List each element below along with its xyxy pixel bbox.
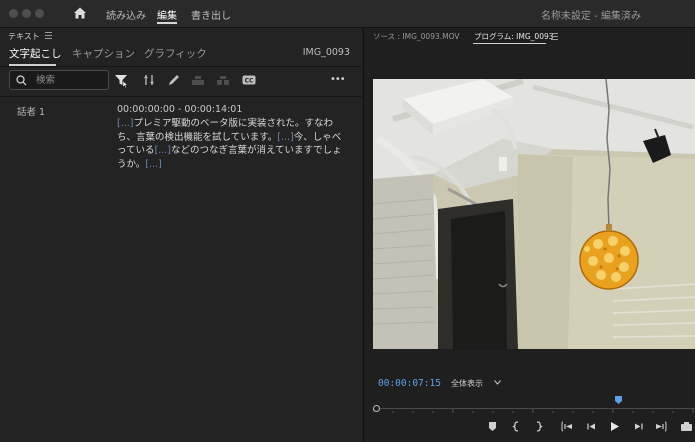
document-title: 名称未設定 - 編集済み [541,11,641,22]
tab-program[interactable]: プログラム: IMG_0093 [474,31,554,42]
zoom-handle[interactable] [373,405,380,412]
nav-import[interactable]: 読み込み [106,7,146,22]
go-to-out-icon[interactable] [654,420,667,433]
split-segment-button[interactable] [215,72,231,88]
zoom-select[interactable]: 全体表示 [446,376,504,390]
speaker-label[interactable]: 話者 1 [17,104,45,118]
split-segment-icon [217,76,229,85]
tab-graphics[interactable]: グラフィック [144,46,207,61]
filter-icon [115,75,128,88]
filter-button[interactable] [113,72,129,88]
search-icon [16,75,27,86]
pause-marker[interactable]: [...] [117,118,133,129]
pause-marker[interactable]: [...] [277,132,293,143]
tab-source[interactable]: ソース : IMG_0093.MOV [373,31,460,42]
program-monitor: ソース : IMG_0093.MOV プログラム: IMG_0093 00:00… [363,28,695,442]
window-minimize-button[interactable] [22,9,31,18]
captions-button[interactable]: CC [241,72,257,88]
search-box[interactable] [9,70,109,90]
step-forward-icon[interactable] [632,420,645,433]
timeline-track[interactable] [373,408,695,409]
step-back-icon[interactable] [585,420,598,433]
program-timecode[interactable]: 00:00:07:15 [378,378,441,389]
captions-icon: CC [242,75,256,85]
tab-captions[interactable]: キャプション [72,46,135,61]
pencil-icon [169,75,179,85]
play-icon[interactable] [608,420,621,433]
nav-active-indicator [157,22,177,24]
merge-button[interactable] [190,72,206,88]
zoom-value: 全体表示 [451,379,483,388]
nav-edit[interactable]: 編集 [157,7,177,22]
program-tab-indicator [473,43,546,44]
window-close-button[interactable] [9,9,18,18]
time-ruler[interactable] [373,401,695,413]
export-frame-icon[interactable] [680,420,693,433]
pause-marker[interactable]: [...] [155,145,171,156]
pause-marker[interactable]: [...] [145,159,161,170]
text-panel-title: テキスト [8,32,40,41]
split-button[interactable] [141,72,157,88]
split-icon [144,75,154,85]
mark-out-icon[interactable] [532,420,545,433]
nav-export[interactable]: 書き出し [191,7,231,22]
text-panel: テキスト 文字起こし キャプション グラフィック IMG_0093 検索 CC … [0,28,362,442]
program-menu-icon[interactable] [551,33,558,40]
video-preview[interactable] [373,79,695,349]
segment-timecode: 00:00:00:00 - 00:00:14:01 [117,104,243,115]
search-input[interactable] [36,73,104,87]
tab-transcript[interactable]: 文字起こし [9,46,62,61]
home-icon[interactable] [73,6,87,20]
window-zoom-button[interactable] [35,9,44,18]
clip-name: IMG_0093 [302,47,350,58]
transcript-text[interactable]: [...]プレミア駆動のベータ版に実装された。すなわち、言葉の検出機能を試してい… [117,117,349,171]
panel-menu-icon[interactable] [45,32,52,39]
video-frame [373,79,695,349]
playhead-icon[interactable] [614,396,622,404]
captions-label: CC [245,78,254,85]
merge-icon [192,76,204,85]
mark-in-icon[interactable] [510,420,523,433]
go-to-in-icon[interactable] [561,420,574,433]
chevron-down-icon [494,380,501,385]
title-bar: 読み込み 編集 書き出し 名称未設定 - 編集済み [0,0,695,28]
more-button[interactable]: ••• [330,72,346,88]
marker-icon[interactable] [486,420,499,433]
edit-button[interactable] [166,72,182,88]
